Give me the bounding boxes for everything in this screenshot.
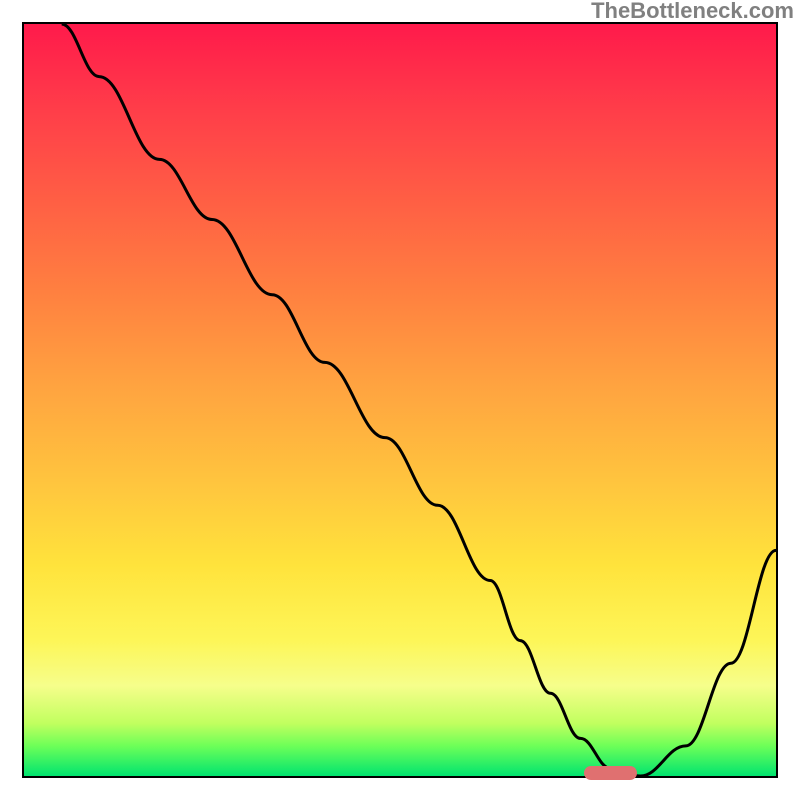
chart-plot-area	[22, 22, 778, 778]
curve-line	[24, 24, 776, 776]
attribution-text: TheBottleneck.com	[591, 0, 794, 24]
optimum-marker	[584, 766, 637, 780]
